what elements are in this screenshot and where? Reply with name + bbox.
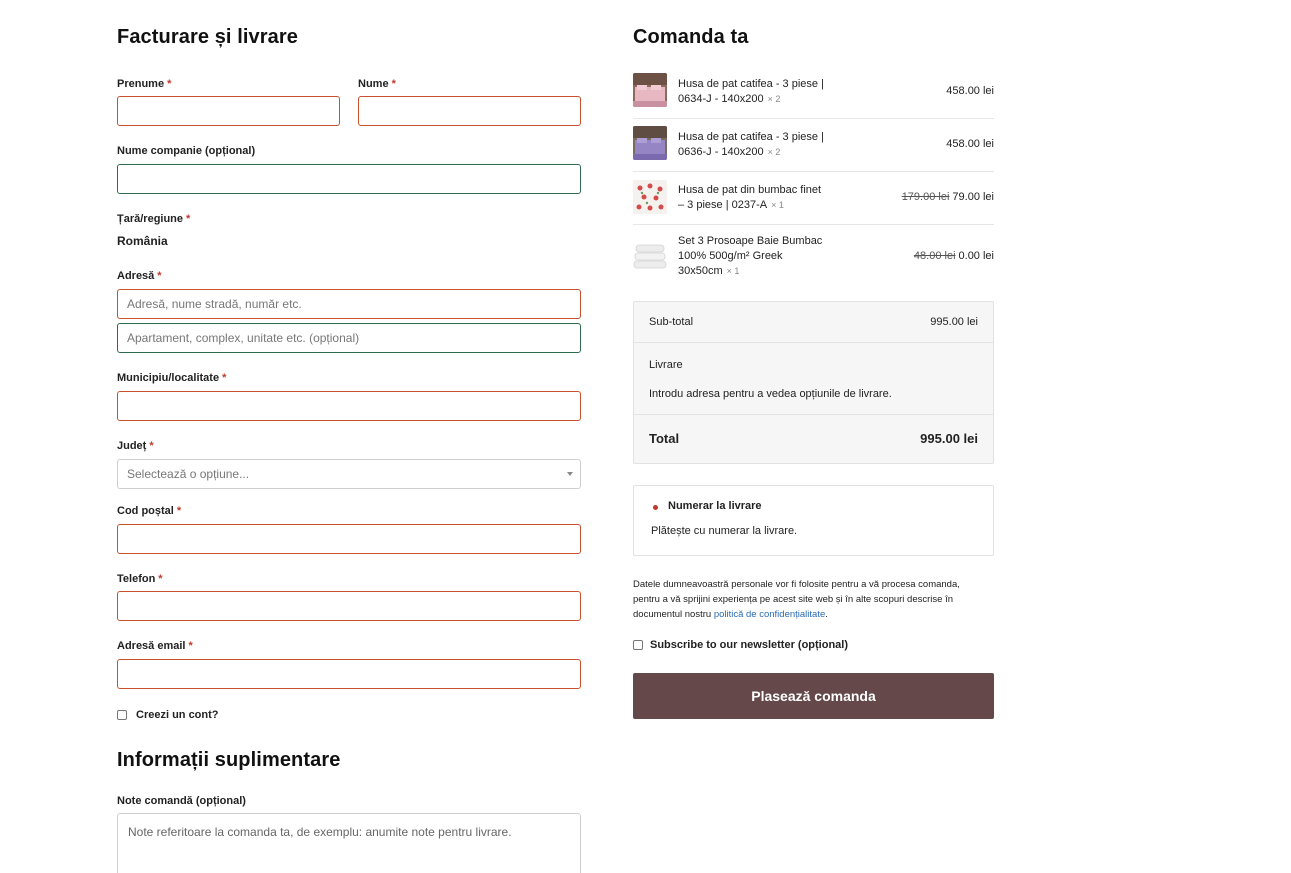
email-label: Adresă email * — [117, 640, 193, 652]
item-name: Husa de pat catifea - 3 piese | 0634-J -… — [678, 78, 824, 105]
company-field[interactable] — [117, 164, 581, 194]
county-select[interactable]: Selectează o opțiune... — [117, 459, 581, 489]
order-notes-field[interactable] — [117, 813, 581, 873]
city-field[interactable] — [117, 391, 581, 421]
shipping-row: Livrare Introdu adresa pentru a vedea op… — [634, 343, 993, 414]
address-line1-field[interactable] — [117, 289, 581, 319]
order-item: Husa de pat catifea - 3 piese | 0634-J -… — [633, 66, 994, 119]
newsletter-checkbox[interactable] — [633, 640, 643, 650]
item-qty: × 1 — [771, 200, 784, 210]
order-item: Husa de pat din bumbac finet – 3 piese |… — [633, 172, 994, 225]
product-thumbnail — [633, 180, 667, 214]
chevron-down-icon — [567, 472, 573, 476]
newsletter-label: Subscribe to our newsletter (opțional) — [650, 639, 849, 651]
create-account-checkbox[interactable] — [117, 710, 127, 720]
order-totals: Sub-total 995.00 lei Livrare Introdu adr… — [633, 301, 994, 464]
total-label: Total — [649, 431, 680, 446]
item-name: Husa de pat catifea - 3 piese | 0636-J -… — [678, 131, 824, 158]
payment-radio-selected[interactable] — [653, 505, 658, 510]
privacy-policy-link[interactable]: politică de confidențialitate — [714, 609, 825, 620]
city-label: Municipiu/localitate * — [117, 372, 227, 384]
additional-info-title: Informații suplimentare — [117, 749, 341, 771]
postcode-field[interactable] — [117, 524, 581, 554]
last-name-field[interactable] — [358, 96, 581, 126]
item-qty: × 1 — [726, 266, 740, 276]
item-name: Husa de pat din bumbac finet – 3 piese |… — [678, 184, 822, 211]
payment-method-box[interactable]: Numerar la livrare Plătește cu numerar l… — [633, 485, 994, 556]
first-name-label: Prenume * — [117, 78, 172, 90]
shipping-label: Livrare — [649, 359, 683, 371]
total-value: 995.00 lei — [920, 431, 978, 446]
phone-field[interactable] — [117, 591, 581, 621]
phone-label: Telefon * — [117, 573, 163, 585]
total-row: Total 995.00 lei — [634, 415, 993, 463]
item-qty: × 2 — [767, 94, 781, 104]
order-item: Set 3 Prosoape Baie Bumbac 100% 500g/m² … — [633, 225, 994, 285]
order-notes-label: Note comandă (opțional) — [117, 795, 246, 807]
billing-title: Facturare și livrare — [117, 26, 298, 48]
last-name-label: Nume * — [358, 78, 396, 90]
county-label: Județ * — [117, 440, 154, 452]
postcode-label: Cod poștal * — [117, 505, 182, 517]
order-title: Comanda ta — [633, 26, 749, 48]
create-account-label: Creezi un cont? — [136, 709, 219, 721]
product-thumbnail — [633, 239, 667, 273]
country-value: România — [117, 234, 168, 248]
subtotal-value: 995.00 lei — [930, 316, 978, 328]
item-price: 458.00 lei — [946, 138, 994, 150]
item-old-price: 48.00 lei — [913, 250, 956, 262]
shipping-note: Introdu adresa pentru a vedea opțiunile … — [649, 388, 892, 400]
payment-method-title: Numerar la livrare — [668, 500, 762, 512]
subtotal-label: Sub-total — [649, 316, 694, 328]
address-line2-field[interactable] — [117, 323, 581, 353]
item-old-price: 179.00 lei — [901, 191, 950, 203]
item-price: 458.00 lei — [946, 85, 994, 97]
item-price: 179.00 lei 79.00 lei — [901, 191, 994, 203]
country-label: Țară/regiune * — [117, 213, 191, 225]
payment-method-description: Plătește cu numerar la livrare. — [651, 525, 798, 537]
item-name: Set 3 Prosoape Baie Bumbac 100% 500g/m² … — [678, 235, 823, 277]
product-thumbnail — [633, 126, 667, 160]
item-qty: × 2 — [767, 147, 781, 157]
place-order-button[interactable]: Plasează comanda — [633, 673, 994, 719]
privacy-notice: Datele dumneavoastră personale vor fi fo… — [633, 579, 960, 620]
item-price: 48.00 lei 0.00 lei — [913, 250, 994, 262]
product-thumbnail — [633, 73, 667, 107]
first-name-field[interactable] — [117, 96, 340, 126]
order-item: Husa de pat catifea - 3 piese | 0636-J -… — [633, 119, 994, 172]
county-select-value: Selectează o opțiune... — [127, 467, 250, 481]
email-field[interactable] — [117, 659, 581, 689]
subtotal-row: Sub-total 995.00 lei — [634, 302, 993, 343]
address-label: Adresă * — [117, 270, 162, 282]
company-label: Nume companie (opțional) — [117, 145, 256, 157]
